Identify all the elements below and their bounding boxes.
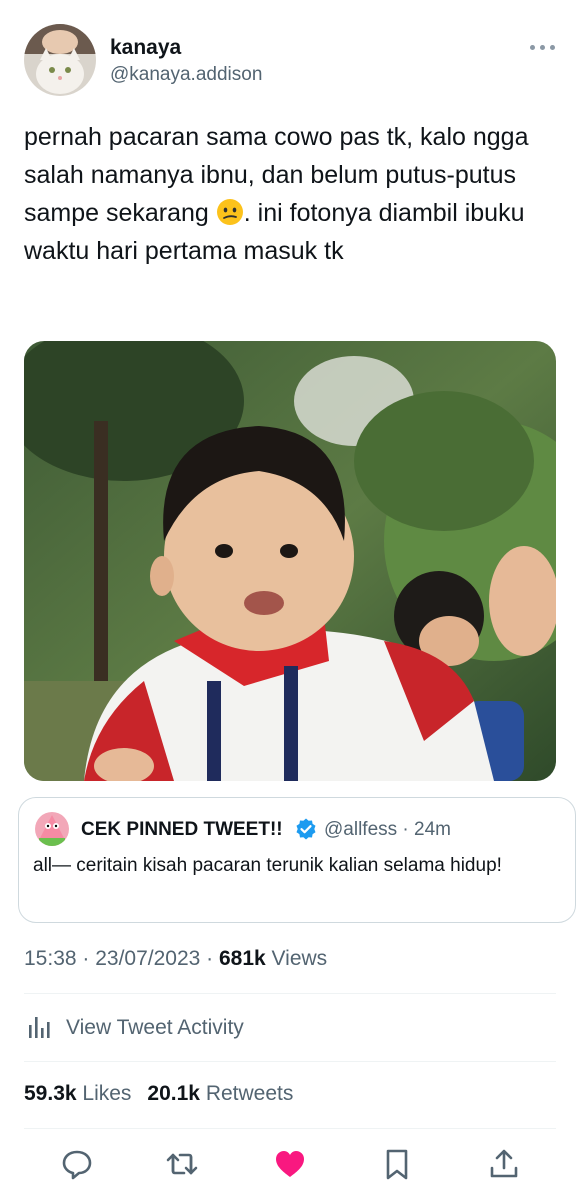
likes-count[interactable]: 59.3k [24, 1082, 77, 1105]
engagement-stats: 59.3k Likes 20.1k Retweets [24, 1082, 293, 1106]
divider [24, 1061, 556, 1062]
quoted-avatar [35, 812, 69, 846]
tweet-photo[interactable] [24, 341, 556, 781]
quoted-display-name: CEK PINNED TWEET!! [81, 819, 283, 840]
share-icon[interactable] [487, 1147, 521, 1181]
view-tweet-activity-button[interactable]: View Tweet Activity [24, 1010, 244, 1046]
author-display-name[interactable]: kanaya [110, 36, 181, 60]
retweets-count[interactable]: 20.1k [147, 1082, 200, 1105]
tweet-meta: 15:38 · 23/07/2023 · 681k Views [24, 947, 327, 971]
quoted-handle-time: @allfess · 24m [324, 819, 451, 840]
quoted-tweet[interactable]: CEK PINNED TWEET!! @allfess · 24m all— c… [18, 797, 576, 923]
retweet-icon[interactable] [165, 1147, 199, 1181]
bar-chart-icon [24, 1011, 54, 1046]
verified-badge-icon [294, 817, 318, 841]
bookmark-icon[interactable] [380, 1147, 414, 1181]
view-tweet-activity-label: View Tweet Activity [66, 1016, 244, 1039]
quoted-text: all— ceritain kisah pacaran terunik kali… [33, 855, 502, 876]
tweet-timestamp[interactable]: 15:38 · 23/07/2023 · [24, 947, 219, 970]
views-count: 681k [218, 947, 266, 970]
like-icon[interactable] [273, 1147, 307, 1181]
tweet-text: pernah pacaran sama cowo pas tk, kalo ng… [24, 118, 559, 270]
divider [24, 993, 556, 994]
views-label: Views [265, 947, 328, 970]
retweets-label[interactable]: Retweets [200, 1082, 294, 1105]
confused-face-emoji [216, 198, 244, 226]
author-handle[interactable]: @kanaya.addison [110, 64, 262, 86]
divider [24, 1128, 556, 1129]
reply-icon[interactable] [60, 1147, 94, 1181]
author-avatar[interactable] [24, 24, 96, 96]
more-options-icon[interactable] [524, 38, 560, 56]
likes-label[interactable]: Likes [77, 1082, 131, 1105]
